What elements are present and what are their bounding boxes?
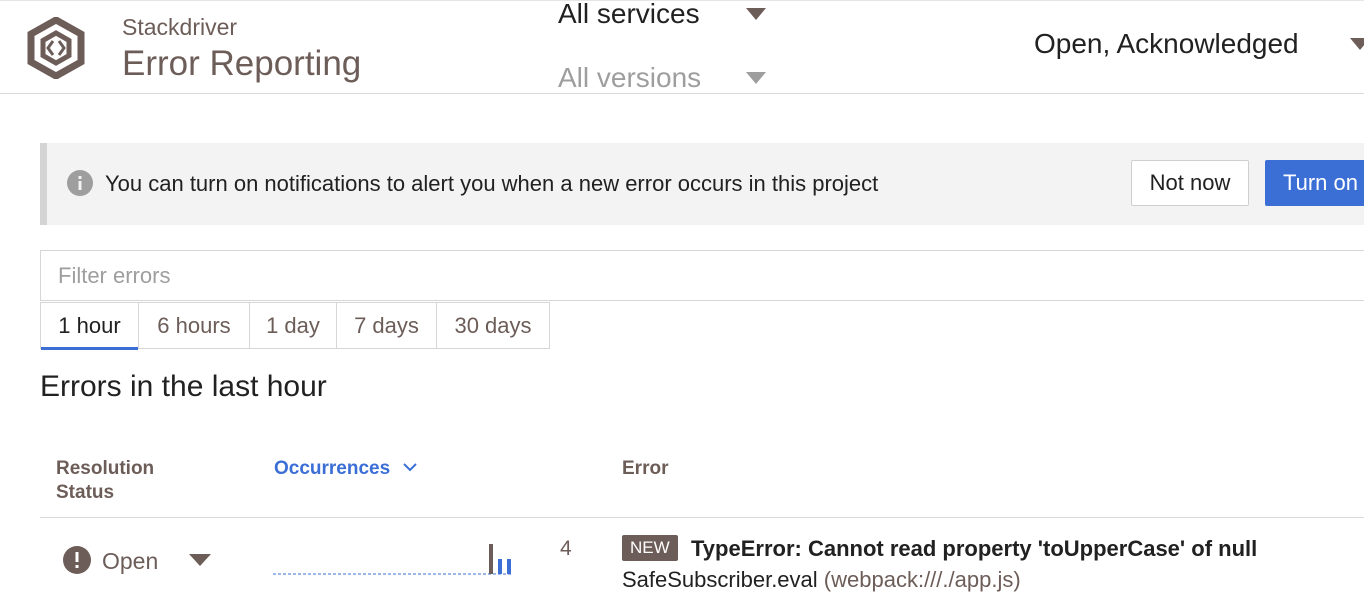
service-select-value: All services [558, 0, 700, 29]
time-range-tabs: 1 hour 6 hours 1 day 7 days 30 days [40, 302, 550, 350]
version-select[interactable]: All versions [558, 62, 766, 94]
notification-banner: You can turn on notifications to alert y… [40, 143, 1364, 225]
service-select[interactable]: All services [558, 0, 766, 30]
turn-on-button[interactable]: Turn on [1265, 160, 1364, 206]
not-now-button[interactable]: Not now [1131, 160, 1249, 206]
error-file: (webpack:///./app.js) [823, 567, 1021, 592]
section-title: Errors in the last hour [40, 370, 327, 403]
chevron-down-icon [1350, 38, 1364, 50]
header-divider [40, 517, 1364, 518]
brand-title: Error Reporting [122, 44, 362, 83]
brand-subtitle: Stackdriver [122, 14, 238, 40]
resolution-status-value: Open [102, 548, 159, 574]
error-location: SafeSubscriber.eval (webpack:///./app.js… [622, 567, 1021, 593]
occurrences-label: Occurrences [274, 458, 391, 479]
stackdriver-logo-icon [27, 17, 85, 79]
sparkline-bar [498, 559, 502, 574]
chevron-down-icon [189, 554, 211, 566]
error-function: SafeSubscriber.eval [622, 567, 818, 592]
sparkline-bar [489, 544, 493, 574]
sparkline-bar [507, 559, 511, 574]
chevron-down-icon [403, 463, 418, 472]
filter-errors-input[interactable] [40, 250, 1364, 301]
top-bar: Stackdriver Error Reporting All services… [0, 0, 1364, 94]
chevron-down-icon [746, 72, 766, 84]
error-title-link[interactable]: TypeError: Cannot read property 'toUpper… [691, 536, 1257, 562]
column-header-error[interactable]: Error [622, 457, 668, 481]
tab-30-days[interactable]: 30 days [436, 303, 549, 348]
tab-1-hour[interactable]: 1 hour [41, 303, 138, 350]
version-select-value: All versions [558, 62, 702, 93]
status-select[interactable]: Open, Acknowledged [1034, 28, 1364, 60]
error-icon [63, 546, 91, 574]
tab-6-hours[interactable]: 6 hours [138, 303, 249, 348]
chevron-down-icon [746, 8, 766, 20]
column-header-occurrences[interactable]: Occurrences [274, 457, 418, 481]
banner-message: You can turn on notifications to alert y… [105, 171, 879, 196]
status-select-value: Open, Acknowledged [1034, 28, 1299, 59]
tab-1-day[interactable]: 1 day [249, 303, 336, 348]
occurrences-sparkline [273, 544, 513, 575]
occurrence-count: 4 [560, 537, 572, 560]
new-badge: NEW [622, 535, 678, 561]
column-header-resolution-status[interactable]: Resolution Status [56, 457, 196, 505]
info-icon [67, 170, 93, 196]
tab-7-days[interactable]: 7 days [336, 303, 436, 348]
